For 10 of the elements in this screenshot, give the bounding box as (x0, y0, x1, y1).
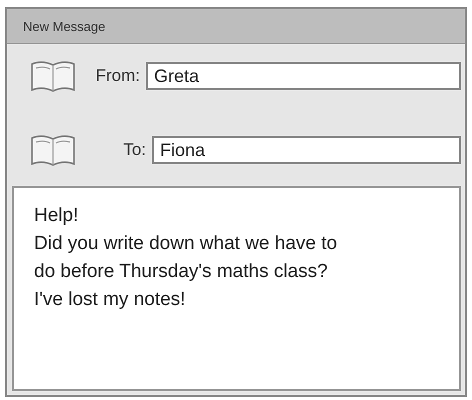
message-line: do before Thursday's maths class? (34, 260, 329, 284)
message-line: I've lost my notes! (34, 288, 186, 312)
field-label: To: (122, 140, 147, 160)
message-box[interactable]: Help! Did you write down what we have to do before Thursday's maths class? I've lost my notes! (12, 186, 461, 391)
window-title: New Message (23, 18, 106, 34)
input-field[interactable]: Greta (146, 62, 461, 90)
input-field[interactable]: Fiona (152, 136, 461, 164)
field-label: From: (94, 66, 141, 86)
message-line: Did you write down what we have to (34, 232, 338, 256)
message-line: Help! (34, 204, 80, 228)
